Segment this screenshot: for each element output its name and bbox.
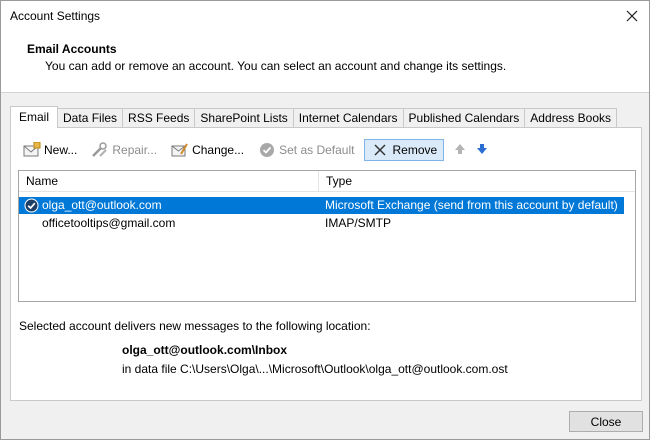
data-file-path: in data file C:\Users\Olga\...\Microsoft… [122, 362, 508, 376]
tab-internet-calendars[interactable]: Internet Calendars [292, 108, 404, 128]
arrow-down-icon [476, 143, 488, 158]
header-title: Email Accounts [27, 42, 117, 56]
new-button[interactable]: New... [19, 139, 81, 161]
remove-x-icon [371, 141, 389, 159]
checkmark-circle-icon [258, 141, 276, 159]
column-header-name[interactable]: Name [19, 171, 319, 192]
account-name: olga_ott@outlook.com [42, 198, 162, 212]
repair-button-label: Repair... [112, 143, 158, 157]
header-description: You can add or remove an account. You ca… [45, 59, 507, 73]
default-account-check-icon [24, 198, 39, 213]
remove-button[interactable]: Remove [364, 139, 445, 161]
delivery-folder-path: olga_ott@outlook.com\Inbox [122, 343, 288, 357]
tab-email[interactable]: Email [10, 106, 59, 128]
set-as-default-label: Set as Default [279, 143, 355, 157]
tab-data-files[interactable]: Data Files [57, 108, 124, 128]
new-button-label: New... [44, 143, 78, 157]
tab-strip: Email Data Files RSS Feeds SharePoint Li… [10, 106, 617, 128]
set-as-default-button[interactable]: Set as Default [254, 139, 358, 161]
move-up-button[interactable] [450, 139, 470, 161]
account-row[interactable]: officetooltips@gmail.com IMAP/SMTP [19, 215, 624, 232]
close-icon[interactable] [621, 5, 643, 27]
new-account-icon [23, 141, 41, 159]
tab-sharepoint-lists[interactable]: SharePoint Lists [194, 108, 294, 128]
accounts-list[interactable]: Name Type olga_ott@outlook.com Microsoft… [18, 170, 636, 302]
account-name: officetooltips@gmail.com [42, 216, 176, 230]
arrow-up-icon [454, 143, 466, 158]
change-account-icon [171, 141, 189, 159]
close-button[interactable]: Close [569, 411, 643, 432]
list-header: Name Type [19, 171, 635, 192]
account-toolbar: New... Repair... Change... Set as Defaul… [19, 138, 498, 162]
email-tab-panel: New... Repair... Change... Set as Defaul… [10, 127, 642, 401]
column-header-type[interactable]: Type [320, 171, 352, 192]
change-button[interactable]: Change... [167, 139, 248, 161]
title-bar: Account Settings [1, 1, 649, 31]
change-button-label: Change... [192, 143, 245, 157]
remove-button-label: Remove [392, 143, 438, 157]
move-down-button[interactable] [472, 139, 492, 161]
account-settings-dialog: Account Settings Email Accounts You can … [0, 0, 650, 440]
repair-button[interactable]: Repair... [87, 139, 161, 161]
account-type: Microsoft Exchange (send from this accou… [325, 198, 618, 212]
delivery-location-label: Selected account delivers new messages t… [19, 319, 371, 333]
tab-published-calendars[interactable]: Published Calendars [402, 108, 526, 128]
tab-address-books[interactable]: Address Books [524, 108, 617, 128]
window-title: Account Settings [10, 9, 101, 23]
tab-rss-feeds[interactable]: RSS Feeds [122, 108, 196, 128]
account-type: IMAP/SMTP [325, 216, 392, 230]
dialog-header: Email Accounts You can add or remove an … [1, 31, 649, 93]
account-row[interactable]: olga_ott@outlook.com Microsoft Exchange … [19, 197, 624, 214]
repair-tools-icon [91, 141, 109, 159]
